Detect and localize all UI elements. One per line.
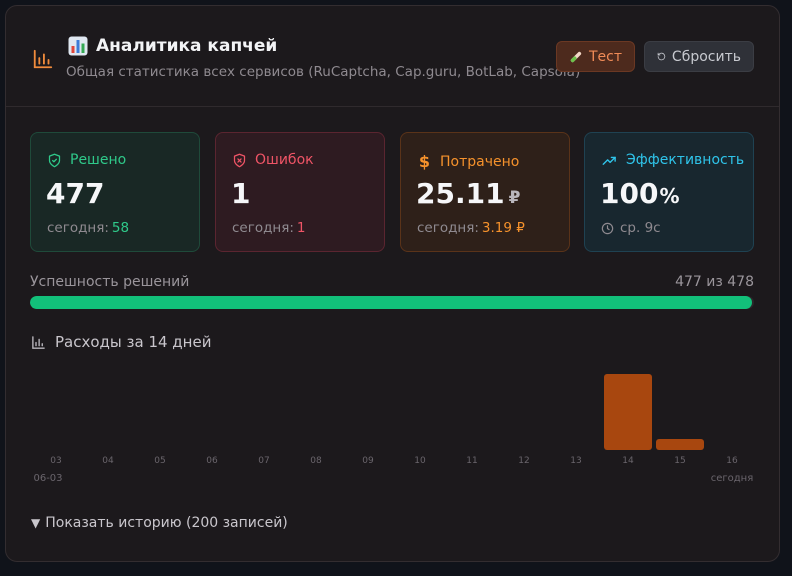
test-button-label: Тест [588,48,622,65]
efficiency-value: 100 [600,177,659,210]
bar-chart-small-icon [32,335,45,349]
efficiency-stat-card: Эффективность 100% ср. 9с [584,132,754,252]
spent-value: 25.11 [416,177,505,210]
clock-icon [601,222,614,234]
errors-label: Ошибок [255,152,314,168]
solved-stat-card: Решено 477 сегодня: 58 [30,132,200,252]
success-rate-count: 477 из 478 [675,274,754,290]
card-header: Аналитика капчей Общая статистика всех с… [6,6,779,107]
page-title: Аналитика капчей [96,36,278,56]
chart-tick-label: 03 [50,456,61,466]
chart-title: Расходы за 14 дней [55,333,212,351]
bar-chart-icon [33,49,53,69]
success-rate-fill [30,296,753,309]
solved-today-value: 58 [111,220,130,236]
bar-chart-emoji-icon [68,36,88,56]
chart-tick-label: 07 [258,456,269,466]
efficiency-avg: ср. 9с [620,220,661,236]
chart-header: Расходы за 14 дней [31,333,211,351]
spent-today-value: 3.19 ₽ [481,220,525,236]
spending-chart: 03 04 05 06 07 08 09 10 11 12 13 14 15 16 06-03 сегодня [33,374,754,484]
spent-today-prefix: сегодня: [417,220,479,236]
spent-unit: ₽ [508,188,521,208]
test-button[interactable]: Тест [556,41,635,72]
chart-tick-label: 12 [518,456,529,466]
chart-first-date: 06-03 [33,473,62,484]
chart-tick-label: 10 [414,456,426,466]
chart-tick-label: 13 [570,456,581,466]
page-subtitle: Общая статистика всех сервисов (RuCaptch… [66,64,581,80]
chart-tick-label: 05 [154,456,165,466]
success-rate-label: Успешность решений [30,274,190,290]
test-tube-icon [570,51,582,62]
chart-tick-label: 15 [674,456,685,466]
chart-tick-label: 04 [102,456,114,466]
shield-check-icon [48,153,61,167]
show-history-label: Показать историю (200 записей) [45,515,288,531]
chart-today-label: сегодня [711,473,754,484]
chart-tick-label: 16 [726,456,738,466]
show-history-toggle[interactable]: ▼ Показать историю (200 записей) [31,515,288,531]
chart-tick-label: 08 [310,456,322,466]
errors-today-prefix: сегодня: [232,220,294,236]
shield-x-icon [233,153,246,167]
spent-stat-card: $ Потрачено 25.11 ₽ сегодня: 3.19 ₽ [400,132,570,252]
dollar-icon: $ [418,152,431,171]
chart-tick-label: 06 [206,456,218,466]
success-rate-bar [30,296,754,309]
efficiency-unit: % [659,184,680,208]
errors-value: 1 [231,177,251,210]
solved-label: Решено [70,152,127,168]
spent-label: Потрачено [440,153,520,170]
reset-button[interactable]: Сбросить [644,41,754,72]
chart-tick-label: 11 [466,456,477,466]
errors-today-value: 1 [296,220,306,236]
captcha-analytics-card: Аналитика капчей Общая статистика всех с… [5,5,780,562]
solved-value: 477 [46,177,105,210]
efficiency-label: Эффективность [626,152,745,168]
chart-tick-label: 09 [362,456,374,466]
triangle-down-icon: ▼ [31,516,41,530]
trending-up-icon [602,156,616,165]
solved-today-prefix: сегодня: [47,220,109,236]
chart-tick-label: 14 [622,456,634,466]
reset-button-label: Сбросить [671,48,741,65]
chart-bar-14 [604,374,652,450]
errors-stat-card: Ошибок 1 сегодня: 1 [215,132,385,252]
chart-bar-15 [656,438,704,450]
reset-icon [657,52,666,61]
title-row: Аналитика капчей [68,36,277,56]
